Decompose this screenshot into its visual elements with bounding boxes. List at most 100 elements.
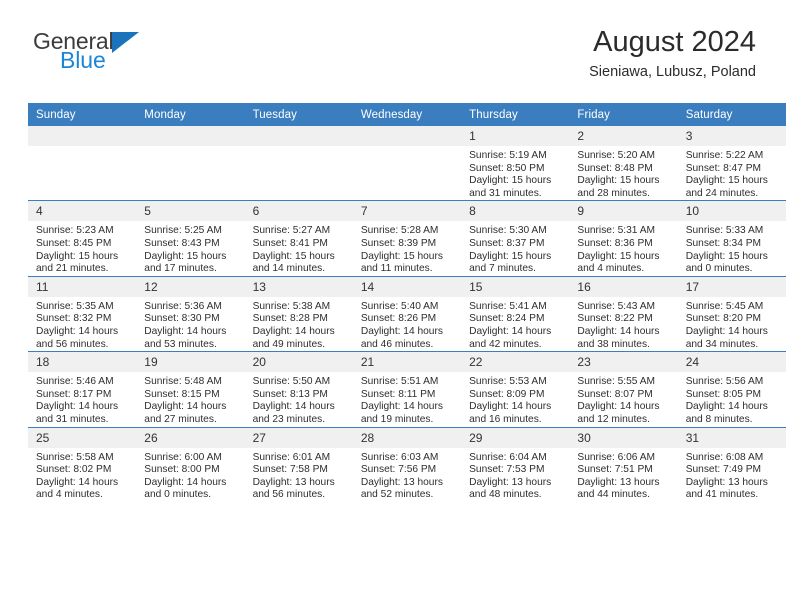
calendar-day-cell[interactable]: 12 Sunrise: 5:36 AM Sunset: 8:30 PM Dayligh… [136, 275, 245, 352]
daylight-text-line1: Daylight: 13 hours [252, 476, 335, 488]
calendar-page: General Blue August 2024 Sieniawa, Lubus… [0, 0, 792, 612]
calendar-day-cell[interactable]: 28 Sunrise: 6:03 AM Sunset: 7:56 PM Dayligh… [352, 426, 462, 502]
daylight-text-line1: Daylight: 14 hours [36, 401, 119, 413]
day-sun-info: Sunrise: 5:30 AM Sunset: 8:37 PM Daylight:… [461, 221, 569, 275]
calendar-day-cell[interactable]: 13 Sunrise: 5:38 AM Sunset: 8:28 PM Dayligh… [244, 275, 353, 352]
day-number: 12 [136, 276, 245, 297]
daylight-text-line1: Daylight: 15 hours [144, 250, 227, 262]
calendar-day-cell[interactable]: 15 Sunrise: 5:41 AM Sunset: 8:24 PM Dayligh… [461, 275, 570, 352]
calendar-day-cell[interactable]: 22 Sunrise: 5:53 AM Sunset: 8:09 PM Dayligh… [461, 351, 570, 427]
calendar-day-cell[interactable]: 23 Sunrise: 5:55 AM Sunset: 8:07 PM Dayligh… [569, 351, 678, 427]
sunset-text: Sunset: 8:22 PM [577, 313, 653, 325]
calendar-day-cell[interactable]: 19 Sunrise: 5:48 AM Sunset: 8:15 PM Dayligh… [136, 351, 245, 427]
day-sun-info: Sunrise: 5:33 AM Sunset: 8:34 PM Daylight:… [678, 221, 786, 275]
daylight-text-line2: and 52 minutes. [360, 489, 434, 501]
day-number: 3 [677, 126, 786, 146]
calendar-day-cell[interactable]: 6 Sunrise: 5:27 AM Sunset: 8:41 PM Daylight… [244, 200, 353, 277]
calendar-day-cell[interactable]: 24 Sunrise: 5:56 AM Sunset: 8:05 PM Dayligh… [677, 351, 786, 427]
sunset-text: Sunset: 8:30 PM [144, 313, 220, 325]
sunrise-text: Sunrise: 5:33 AM [685, 225, 764, 237]
daylight-text-line1: Daylight: 14 hours [469, 401, 552, 413]
calendar-day-cell[interactable]: 1 Sunrise: 5:19 AM Sunset: 8:50 PM Daylight… [461, 126, 570, 201]
daylight-text-line2: and 8 minutes. [685, 413, 753, 425]
calendar-day-cell[interactable]: 18 Sunrise: 5:46 AM Sunset: 8:17 PM Dayligh… [28, 351, 137, 427]
calendar-day-cell[interactable]: 29 Sunrise: 6:04 AM Sunset: 7:53 PM Dayligh… [461, 426, 570, 502]
calendar-day-cell[interactable]: 5 Sunrise: 5:25 AM Sunset: 8:43 PM Daylight… [136, 200, 245, 277]
sunset-text: Sunset: 8:47 PM [685, 162, 762, 174]
logo-triangle-icon [112, 32, 140, 53]
daylight-text-line1: Daylight: 15 hours [577, 250, 660, 262]
day-number [244, 126, 353, 146]
sunset-text: Sunset: 8:24 PM [469, 313, 545, 325]
daylight-text-line2: and 56 minutes. [36, 338, 109, 350]
sunrise-text: Sunrise: 6:06 AM [577, 451, 655, 463]
sunrise-text: Sunrise: 6:01 AM [252, 451, 331, 463]
sunrise-text: Sunrise: 5:51 AM [360, 376, 439, 388]
sunrise-text: Sunrise: 5:50 AM [252, 376, 331, 388]
sunset-text: Sunset: 8:43 PM [144, 237, 220, 249]
day-number: 23 [569, 352, 678, 373]
day-sun-info: Sunrise: 6:06 AM Sunset: 7:51 PM Daylight:… [569, 448, 677, 502]
calendar-day-cell[interactable]: 3 Sunrise: 5:22 AM Sunset: 8:47 PM Daylight… [677, 126, 786, 201]
calendar-day-cell[interactable]: 2 Sunrise: 5:20 AM Sunset: 8:48 PM Daylight… [569, 126, 678, 201]
daylight-text-line2: and 16 minutes. [469, 413, 542, 425]
sunset-text: Sunset: 7:56 PM [360, 464, 437, 476]
day-sun-info: Sunrise: 5:45 AM Sunset: 8:20 PM Daylight:… [678, 297, 786, 351]
calendar-day-cell[interactable]: 31 Sunrise: 6:08 AM Sunset: 7:49 PM Dayligh… [677, 426, 786, 502]
sunrise-text: Sunrise: 6:00 AM [144, 451, 222, 463]
daylight-text-line2: and 38 minutes. [577, 338, 650, 350]
calendar-day-cell[interactable]: 17 Sunrise: 5:45 AM Sunset: 8:20 PM Dayligh… [677, 275, 786, 352]
sunset-text: Sunset: 7:53 PM [469, 464, 545, 476]
day-number: 5 [136, 201, 245, 222]
calendar-day-cell[interactable]: 30 Sunrise: 6:06 AM Sunset: 7:51 PM Dayligh… [569, 426, 678, 502]
day-sun-info: Sunrise: 5:28 AM Sunset: 8:39 PM Daylight:… [353, 221, 461, 275]
calendar-day-cell[interactable]: 9 Sunrise: 5:31 AM Sunset: 8:36 PM Daylight… [569, 200, 678, 277]
sunset-text: Sunset: 8:41 PM [252, 237, 328, 249]
sunrise-text: Sunrise: 5:23 AM [36, 225, 114, 237]
weekday-header-wednesday: Wednesday [352, 103, 462, 126]
sunrise-text: Sunrise: 5:48 AM [144, 376, 222, 388]
daylight-text-line2: and 42 minutes. [469, 338, 542, 350]
calendar-day-cell[interactable]: 26 Sunrise: 6:00 AM Sunset: 8:00 PM Dayligh… [136, 426, 245, 502]
sunrise-text: Sunrise: 5:19 AM [469, 150, 547, 161]
day-sun-info: Sunrise: 5:41 AM Sunset: 8:24 PM Daylight:… [461, 297, 569, 351]
daylight-text-line1: Daylight: 14 hours [685, 325, 768, 337]
day-number: 19 [136, 352, 245, 373]
calendar-day-cell[interactable]: 25 Sunrise: 5:58 AM Sunset: 8:02 PM Dayligh… [28, 426, 137, 502]
day-number: 15 [461, 276, 570, 297]
daylight-text-line1: Daylight: 15 hours [685, 175, 768, 187]
sunset-text: Sunset: 8:26 PM [360, 313, 437, 325]
daylight-text-line1: Daylight: 15 hours [469, 175, 552, 187]
sunset-text: Sunset: 8:11 PM [360, 388, 436, 400]
calendar-day-cell[interactable]: 27 Sunrise: 6:01 AM Sunset: 7:58 PM Dayligh… [244, 426, 353, 502]
day-sun-info: Sunrise: 6:01 AM Sunset: 7:58 PM Daylight:… [245, 448, 353, 502]
day-number: 10 [677, 201, 786, 222]
daylight-text-line1: Daylight: 13 hours [577, 476, 660, 488]
calendar-day-cell[interactable]: 16 Sunrise: 5:43 AM Sunset: 8:22 PM Dayligh… [569, 275, 678, 352]
sunset-text: Sunset: 7:58 PM [252, 464, 328, 476]
day-number: 21 [352, 352, 462, 373]
calendar-day-cell[interactable]: 7 Sunrise: 5:28 AM Sunset: 8:39 PM Daylight… [352, 200, 462, 277]
sunrise-text: Sunrise: 5:36 AM [144, 300, 222, 312]
sunrise-text: Sunrise: 5:35 AM [36, 300, 114, 312]
calendar-day-cell[interactable]: 20 Sunrise: 5:50 AM Sunset: 8:13 PM Dayligh… [244, 351, 353, 427]
calendar-day-cell[interactable]: 14 Sunrise: 5:40 AM Sunset: 8:26 PM Dayligh… [352, 275, 462, 352]
calendar-day-cell[interactable]: 8 Sunrise: 5:30 AM Sunset: 8:37 PM Daylight… [461, 200, 570, 277]
daylight-text-line1: Daylight: 14 hours [685, 401, 768, 413]
day-number [136, 126, 245, 146]
calendar-day-cell[interactable]: 4 Sunrise: 5:23 AM Sunset: 8:45 PM Daylight… [28, 200, 137, 277]
calendar-day-cell[interactable]: 11 Sunrise: 5:35 AM Sunset: 8:32 PM Dayligh… [28, 275, 137, 352]
calendar-day-cell[interactable]: 10 Sunrise: 5:33 AM Sunset: 8:34 PM Dayligh… [677, 200, 786, 277]
daylight-text-line2: and 53 minutes. [144, 338, 217, 350]
calendar-day-cell[interactable]: 21 Sunrise: 5:51 AM Sunset: 8:11 PM Dayligh… [352, 351, 462, 427]
calendar-week-row: 25 Sunrise: 5:58 AM Sunset: 8:02 PM Dayligh… [28, 426, 786, 502]
daylight-text-line2: and 46 minutes. [360, 338, 434, 350]
sunrise-text: Sunrise: 6:04 AM [469, 451, 547, 463]
sunrise-text: Sunrise: 5:56 AM [685, 376, 764, 388]
general-blue-logo[interactable]: General Blue [33, 30, 233, 82]
daylight-text-line2: and 31 minutes. [469, 187, 542, 199]
day-number: 24 [677, 352, 786, 373]
day-sun-info: Sunrise: 5:20 AM Sunset: 8:48 PM Daylight:… [569, 146, 677, 200]
daylight-text-line1: Daylight: 13 hours [469, 476, 552, 488]
day-sun-info: Sunrise: 5:25 AM Sunset: 8:43 PM Daylight:… [136, 221, 244, 275]
